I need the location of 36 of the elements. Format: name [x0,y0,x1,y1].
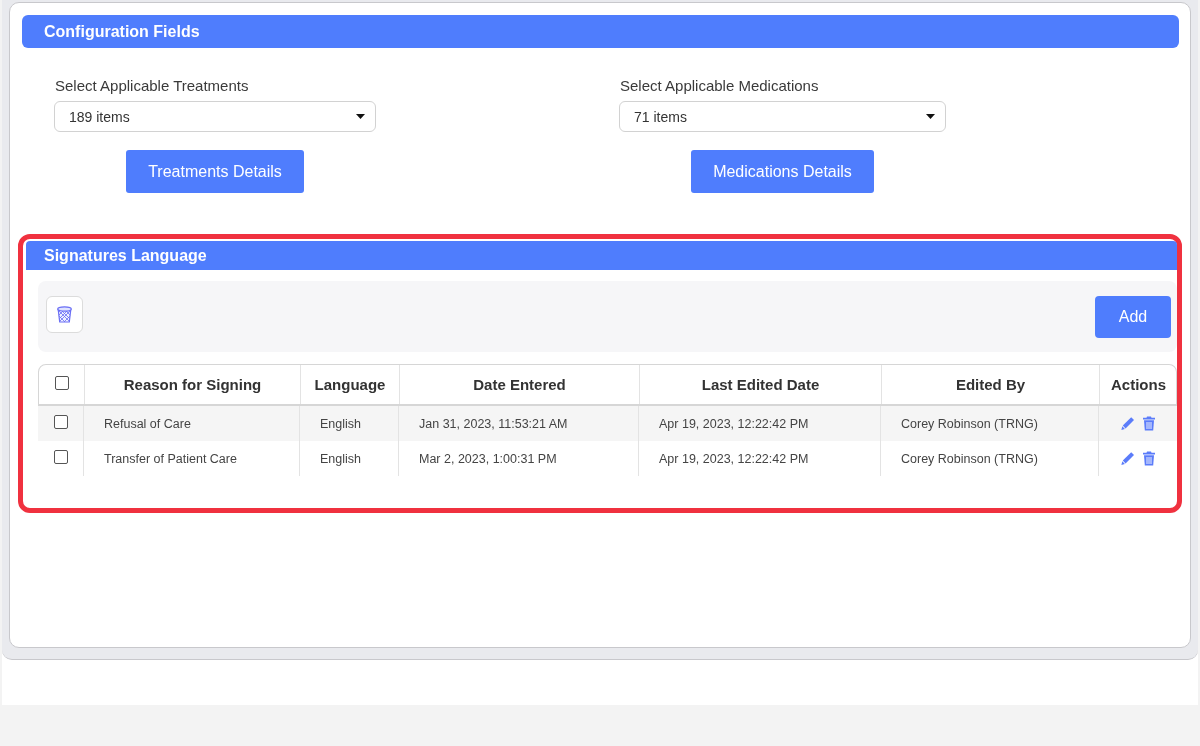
column-header: Edited By [955,376,1026,393]
pencil-icon[interactable] [1121,416,1135,431]
table-cell: Transfer of Patient Care [104,451,237,466]
column-header: Language [314,376,386,393]
caret-icon [356,114,365,119]
column-header: Reason for Signing [123,376,262,393]
table-cell: Corey Robinson (TRNG) [901,416,1038,431]
section-header: Configuration Fields [22,15,1179,48]
column-header: Date Entered [473,376,566,393]
table-cell: Mar 2, 2023, 1:00:31 PM [419,451,557,466]
table-cell: Apr 19, 2023, 12:22:42 PM [659,416,809,431]
select-field[interactable]: 189 items [54,101,376,132]
details-button[interactable]: Medications Details [691,150,874,193]
checkbox[interactable] [53,415,68,429]
field-label: Select Applicable Treatments [55,77,249,95]
checkbox[interactable] [54,376,69,390]
pencil-icon[interactable] [1121,451,1135,466]
trash-button[interactable] [46,296,83,333]
table-cell: Jan 31, 2023, 11:53:21 AM [419,416,568,431]
caret-icon [926,114,935,119]
wastebasket-icon [57,306,72,323]
checkbox[interactable] [53,450,68,464]
select-field[interactable]: 71 items [619,101,946,132]
table-cell: Refusal of Care [104,416,191,431]
trash-icon[interactable] [1142,416,1156,431]
column-header: Actions [1111,376,1166,393]
column-header: Last Edited Date [701,376,820,393]
table-cell: English [320,416,361,431]
trash-icon[interactable] [1142,451,1156,466]
add-button[interactable]: Add [1095,296,1171,338]
details-button[interactable]: Treatments Details [126,150,304,193]
field-label: Select Applicable Medications [620,77,819,95]
section-header: Signatures Language [26,241,1177,270]
table-cell: English [320,451,361,466]
table-cell: Corey Robinson (TRNG) [901,451,1038,466]
table-cell: Apr 19, 2023, 12:22:42 PM [659,451,809,466]
